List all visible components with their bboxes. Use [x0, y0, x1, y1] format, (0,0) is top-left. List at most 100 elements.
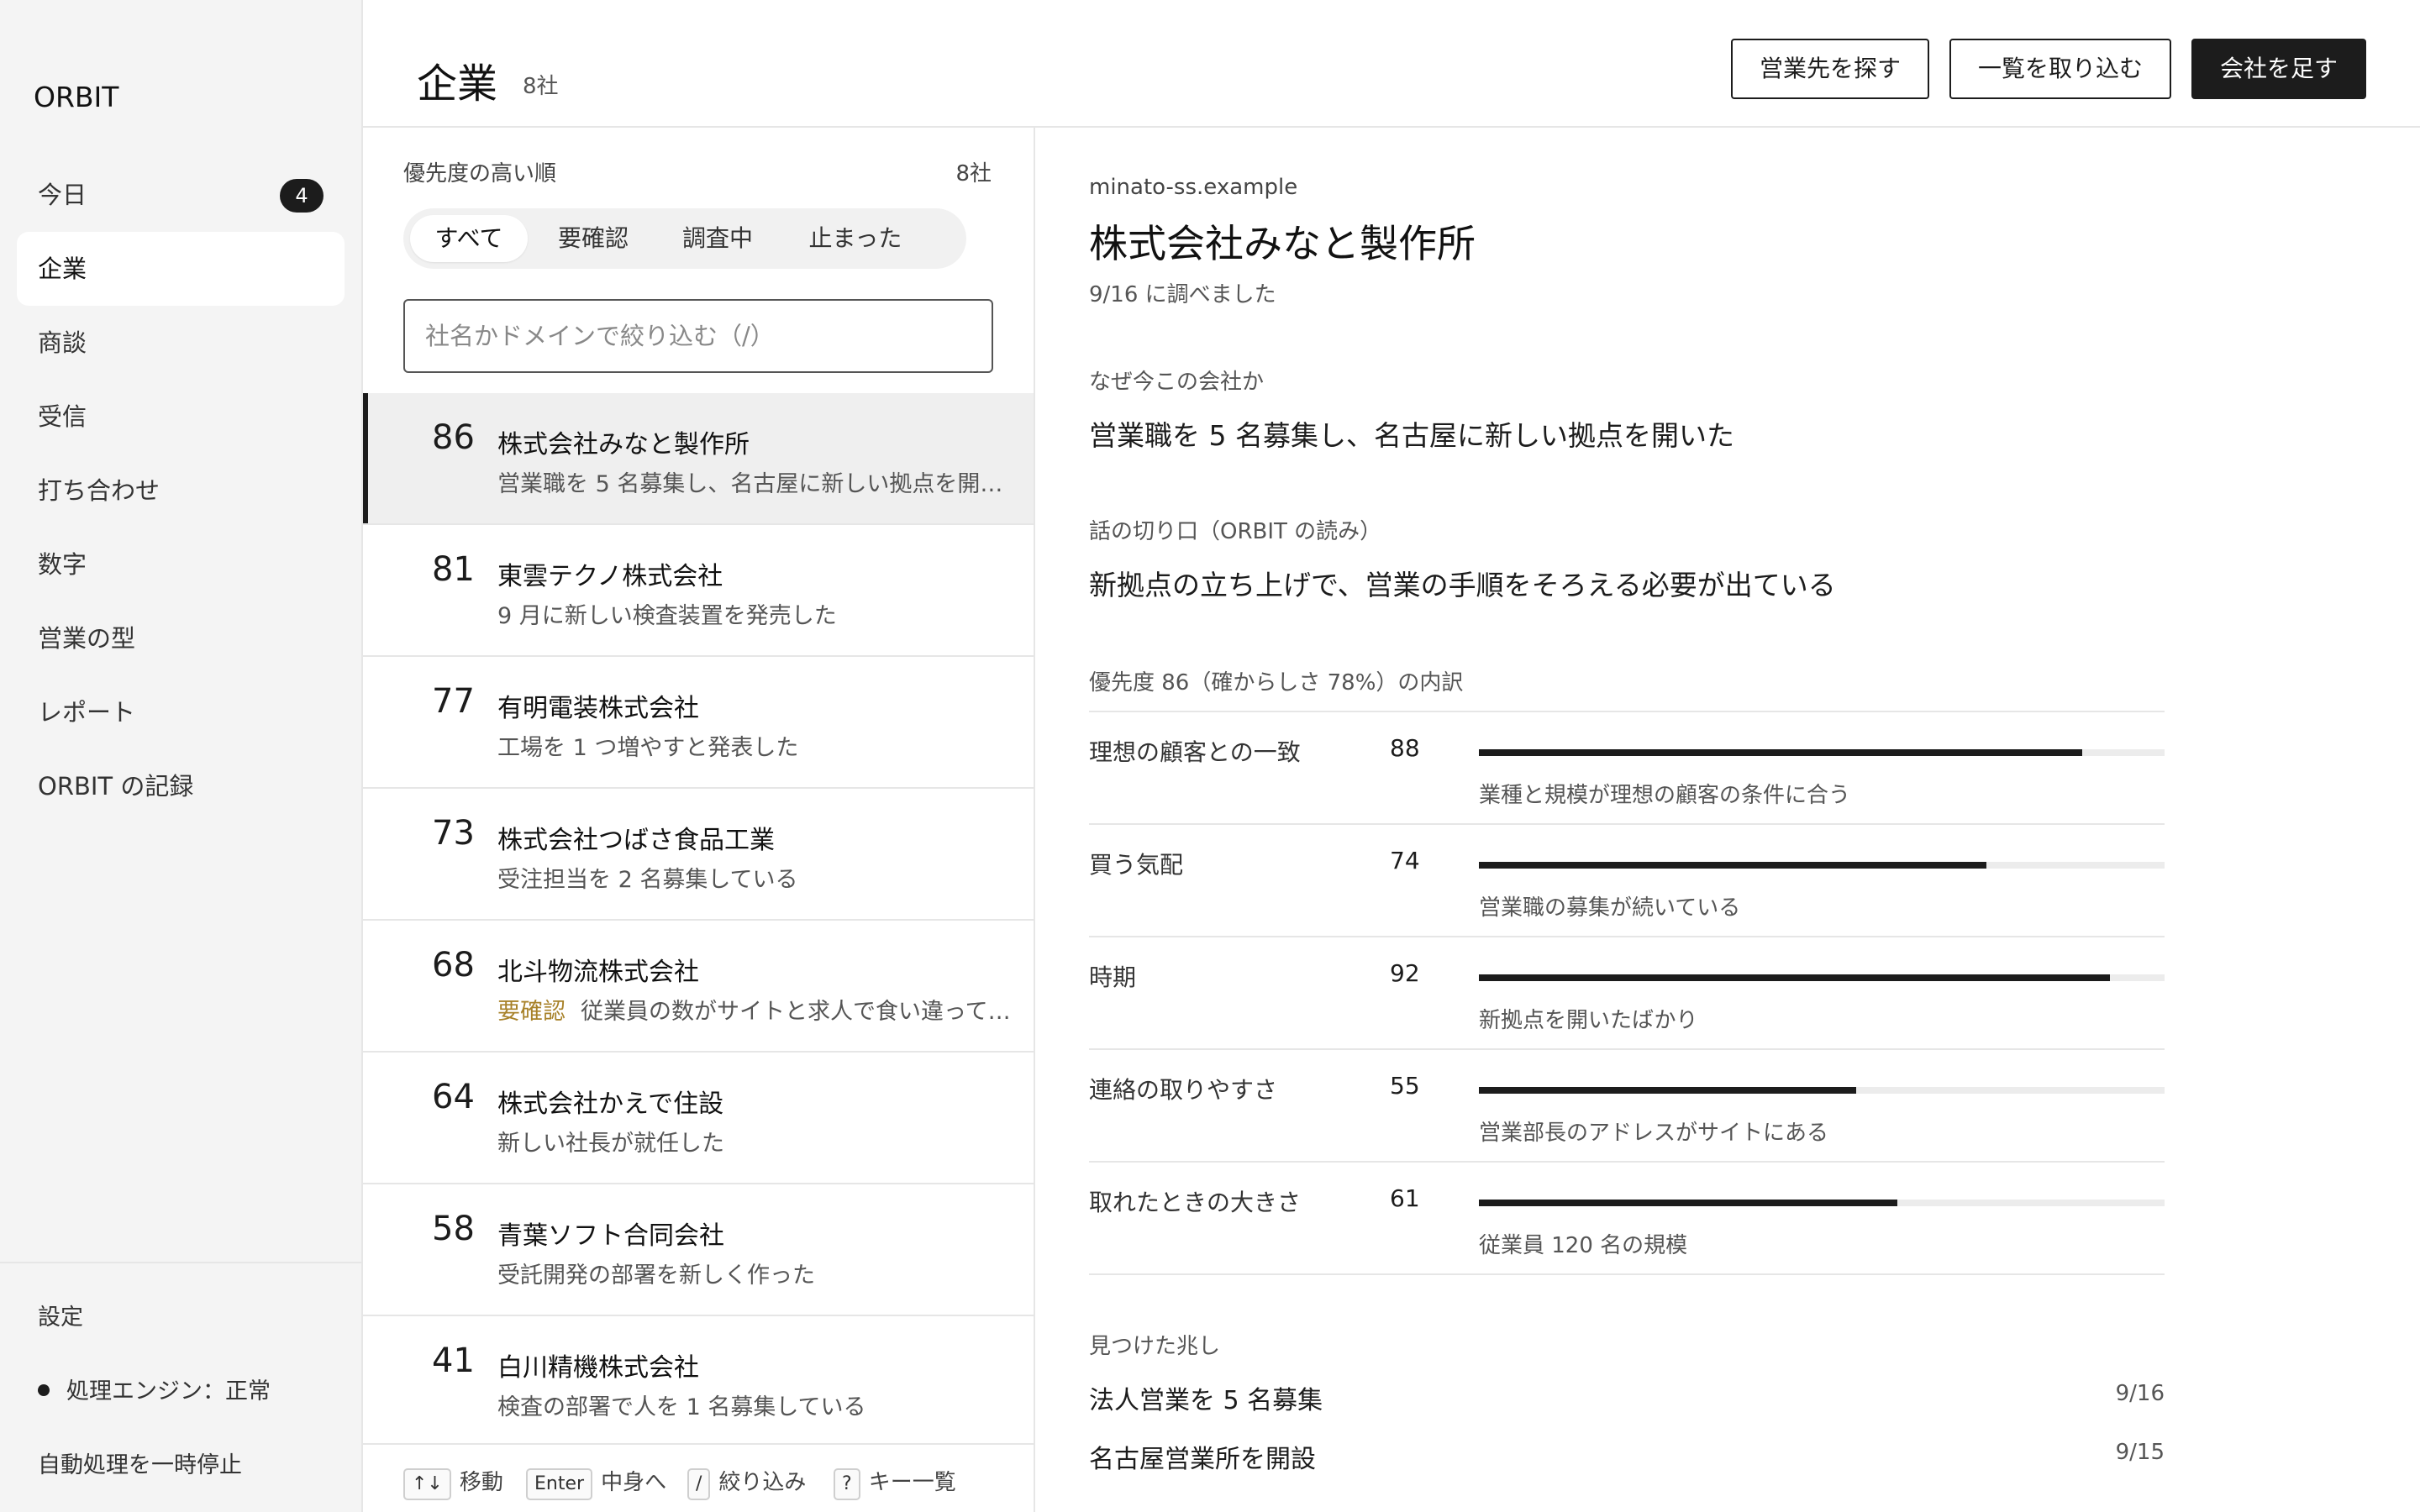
company-row[interactable]: 81 東雲テクノ株式会社 9 月に新しい検査装置を発売した	[363, 525, 1034, 657]
shortcut-open: Enter 中身へ	[526, 1465, 666, 1500]
sidebar-item-label: 企業	[38, 255, 87, 283]
sidebar-item-orbit-log[interactable]: ORBIT の記録	[17, 749, 345, 823]
sidebar-item-companies[interactable]: 企業	[17, 232, 345, 306]
sidebar-item-reports[interactable]: レポート	[17, 675, 345, 749]
factor-bar	[1479, 1200, 2165, 1206]
pause-automation-button[interactable]: 自動処理を一時停止	[38, 1446, 242, 1479]
priority-score: 81	[432, 550, 475, 589]
signal-item[interactable]: 名古屋営業所を開設 9/15	[1089, 1438, 2165, 1480]
company-detail-panel: minato-ss.example 株式会社みなと製作所 9/16 に調べました…	[1035, 128, 2420, 1512]
breakdown-label: 優先度 86（確からしさ 78%）の内訳	[1089, 670, 1464, 696]
sidebar-item-label: 営業の型	[38, 624, 136, 653]
company-summary-text: 従業員の数がサイトと求人で食い違っている	[581, 999, 1018, 1025]
talk-angle-text: 新拠点の立ち上げで、営業の手順をそろえる必要が出ている	[1089, 569, 1836, 601]
sidebar-item-playbooks[interactable]: 営業の型	[17, 601, 345, 675]
sidebar-item-label: 打ち合わせ	[38, 476, 160, 505]
signal-date: 9/15	[2115, 1440, 2165, 1465]
company-row[interactable]: 68 北斗物流株式会社 要確認 従業員の数がサイトと求人で食い違っている	[363, 921, 1034, 1053]
sidebar-item-label: 商談	[38, 328, 87, 357]
factor-bar-fill	[1479, 1087, 1856, 1094]
company-row[interactable]: 86 株式会社みなと製作所 営業職を 5 名募集し、名古屋に新しい拠点を開いた	[363, 393, 1034, 525]
company-summary-text: 工場を 1 つ増やすと発表した	[497, 735, 799, 761]
priority-score: 41	[432, 1341, 475, 1380]
factor-label: 連絡の取りやすさ	[1089, 1076, 1278, 1104]
sidebar-item-today[interactable]: 今日 4	[17, 158, 345, 232]
shortcut-label: 中身へ	[601, 1470, 667, 1495]
company-detail-name: 株式会社みなと製作所	[1089, 221, 1476, 266]
sidebar-item-label: レポート	[38, 698, 136, 727]
sort-label[interactable]: 優先度の高い順	[403, 156, 556, 187]
factor-note: 営業職の募集が続いている	[1479, 895, 1741, 921]
shortcut-label: 絞り込み	[718, 1470, 807, 1495]
add-company-button[interactable]: 会社を足す	[2191, 39, 2366, 99]
shortcut-help: ? キー一覧	[834, 1465, 956, 1500]
shortcut-move: ↑↓ 移動	[403, 1465, 503, 1500]
sidebar-item-meetings[interactable]: 打ち合わせ	[17, 454, 345, 528]
company-summary-text: 検査の部署で人を 1 名募集している	[497, 1394, 866, 1420]
app-logo: ORBIT	[34, 81, 119, 113]
key-cap: /	[687, 1468, 711, 1500]
status-dot-icon	[38, 1383, 50, 1396]
breakdown-row: 買う気配 74 営業職の募集が続いている	[1089, 825, 2165, 937]
sidebar-footer: 設定 処理エンジン：正常 自動処理を一時停止	[0, 1262, 361, 1478]
company-summary-text: 受託開発の部署を新しく作った	[497, 1263, 815, 1289]
company-name: 北斗物流株式会社	[497, 958, 699, 987]
priority-score: 64	[432, 1078, 475, 1116]
company-row[interactable]: 77 有明電装株式会社 工場を 1 つ増やすと発表した	[363, 657, 1034, 789]
shortcut-label: キー一覧	[868, 1470, 956, 1495]
company-summary: 営業職を 5 名募集し、名古屋に新しい拠点を開いた	[497, 465, 1018, 498]
company-row[interactable]: 73 株式会社つばさ食品工業 受注担当を 2 名募集している	[363, 789, 1034, 921]
factor-score: 74	[1390, 847, 1420, 874]
company-summary: 検査の部署で人を 1 名募集している	[497, 1389, 1018, 1421]
company-domain[interactable]: minato-ss.example	[1089, 175, 1297, 200]
company-summary: 受託開発の部署を新しく作った	[497, 1257, 1018, 1289]
company-name: 株式会社つばさ食品工業	[497, 826, 775, 855]
factor-bar-fill	[1479, 974, 2110, 981]
page-title: 企業	[417, 60, 498, 108]
factor-bar	[1479, 749, 2165, 756]
priority-score: 77	[432, 682, 475, 721]
shortcut-filter: / 絞り込み	[687, 1465, 806, 1500]
breakdown-row: 理想の顧客との一致 88 業種と規模が理想の顧客の条件に合う	[1089, 712, 2165, 825]
signal-date: 9/16	[2115, 1381, 2165, 1406]
import-list-button[interactable]: 一覧を取り込む	[1949, 39, 2171, 99]
company-row[interactable]: 41 白川精機株式会社 検査の部署で人を 1 名募集している	[363, 1316, 1034, 1448]
sidebar-item-inbox[interactable]: 受信	[17, 380, 345, 454]
factor-bar-fill	[1479, 1200, 1897, 1206]
company-name: 株式会社かえで住設	[497, 1089, 724, 1119]
company-summary-text: 営業職を 5 名募集し、名古屋に新しい拠点を開いた	[497, 471, 1018, 497]
talk-angle-label: 話の切り口（ORBIT の読み）	[1089, 519, 1382, 544]
filter-tab-stopped[interactable]: 止まった	[783, 215, 928, 262]
settings-link[interactable]: 設定	[38, 1299, 83, 1331]
filter-tab-needs-review[interactable]: 要確認	[534, 215, 652, 262]
filter-tab-all[interactable]: すべて	[410, 215, 528, 262]
filter-tab-researching[interactable]: 調査中	[659, 215, 776, 262]
engine-status-text: 処理エンジン：正常	[66, 1378, 271, 1404]
company-count: 8社	[523, 74, 559, 99]
company-name: 白川精機株式会社	[497, 1353, 699, 1383]
key-cap: ?	[834, 1468, 860, 1500]
sidebar-item-metrics[interactable]: 数字	[17, 528, 345, 601]
key-cap: ↑↓	[403, 1468, 451, 1500]
priority-score: 73	[432, 814, 475, 853]
find-prospects-button[interactable]: 営業先を探す	[1731, 39, 1929, 99]
company-search-input[interactable]	[403, 299, 993, 373]
company-row[interactable]: 58 青葉ソフト合同会社 受託開発の部署を新しく作った	[363, 1184, 1034, 1316]
factor-bar	[1479, 862, 2165, 869]
factor-label: 取れたときの大きさ	[1089, 1189, 1302, 1216]
page-header: 企業 8社 営業先を探す 一覧を取り込む 会社を足す	[363, 0, 2420, 128]
factor-score: 92	[1390, 959, 1420, 987]
company-summary: 受注担当を 2 名募集している	[497, 861, 1018, 894]
signal-item[interactable]: 法人営業を 5 名募集 9/16	[1089, 1379, 2165, 1421]
priority-score: 58	[432, 1210, 475, 1248]
sidebar-item-label: 受信	[38, 402, 87, 431]
factor-score: 55	[1390, 1072, 1420, 1100]
factor-bar	[1479, 1087, 2165, 1094]
company-row[interactable]: 64 株式会社かえで住設 新しい社長が就任した	[363, 1053, 1034, 1184]
why-now-text: 営業職を 5 名募集し、名古屋に新しい拠点を開いた	[1089, 419, 1734, 452]
factor-label: 理想の顧客との一致	[1089, 738, 1301, 766]
company-summary: 工場を 1 つ増やすと発表した	[497, 729, 1018, 762]
researched-date: 9/16 に調べました	[1089, 282, 1276, 307]
sidebar-item-deals[interactable]: 商談	[17, 306, 345, 380]
sidebar-item-label: ORBIT の記録	[38, 772, 194, 801]
